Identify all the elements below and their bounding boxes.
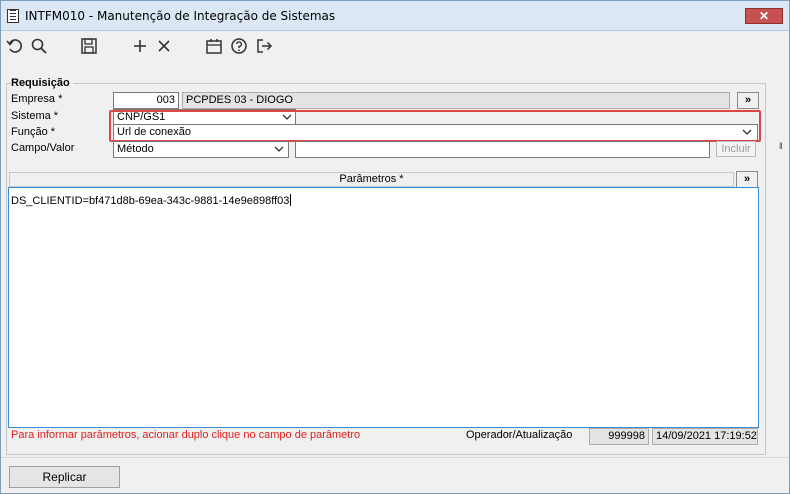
undo-icon[interactable] [6,37,26,55]
funcao-select[interactable]: Url de conexão [113,124,758,141]
empresa-label: Empresa * [11,93,63,105]
parametros-header: Parâmetros * [9,172,734,187]
operador-label: Operador/Atualização [466,429,573,441]
group-title: Requisição [11,77,73,89]
parametros-text: DS_CLIENTID=bf471d8b-69ea-343c-9881-14e9… [11,195,290,207]
title-bar: INTFM010 - Manutenção de Integração de S… [1,1,789,31]
replicar-button[interactable]: Replicar [9,466,120,488]
footer: Replicar [1,457,789,493]
valor-input[interactable] [295,141,710,158]
save-icon[interactable] [80,37,100,55]
campo-select-value: Método [117,143,154,155]
window-title: INTFM010 - Manutenção de Integração de S… [25,9,336,23]
exit-icon[interactable] [255,37,275,55]
chevron-down-icon [282,114,292,120]
incluir-button[interactable]: Incluir [716,141,756,157]
chevron-down-icon [274,146,284,152]
funcao-label: Função * [11,126,56,138]
help-icon[interactable] [230,37,250,55]
sistema-label: Sistema * [11,110,59,122]
app-window: INTFM010 - Manutenção de Integração de S… [0,0,790,494]
add-icon[interactable] [131,37,151,55]
timestamp-field: 14/09/2021 17:19:52 [652,428,758,445]
close-button[interactable]: ✕ [745,8,783,24]
text-caret [290,194,292,206]
operator-id-field: 999998 [589,428,649,445]
parametros-expand-button[interactable]: » [736,171,758,188]
delete-icon[interactable] [155,37,175,55]
document-icon [7,9,19,23]
toolbar [1,31,789,61]
scroll-handle[interactable]: ‖ [779,141,789,155]
parametros-textarea[interactable]: DS_CLIENTID=bf471d8b-69ea-343c-9881-14e9… [8,187,759,428]
calendar-icon[interactable] [205,37,225,55]
funcao-value: Url de conexão [117,126,191,138]
sistema-value: CNP/GS1 [117,111,166,123]
empresa-name-field: PCPDES 03 - DIOGO [182,92,730,109]
empresa-code-input[interactable]: 003 [113,92,179,109]
campo-valor-label: Campo/Valor [11,142,75,154]
hint-text: Para informar parâmetros, acionar duplo … [11,429,361,441]
chevron-down-icon [742,129,752,135]
search-icon[interactable] [30,37,50,55]
form-content: Requisição Empresa * 003 PCPDES 03 - DIO… [1,61,789,461]
empresa-expand-button[interactable]: » [737,92,759,109]
campo-select[interactable]: Método [113,141,289,158]
